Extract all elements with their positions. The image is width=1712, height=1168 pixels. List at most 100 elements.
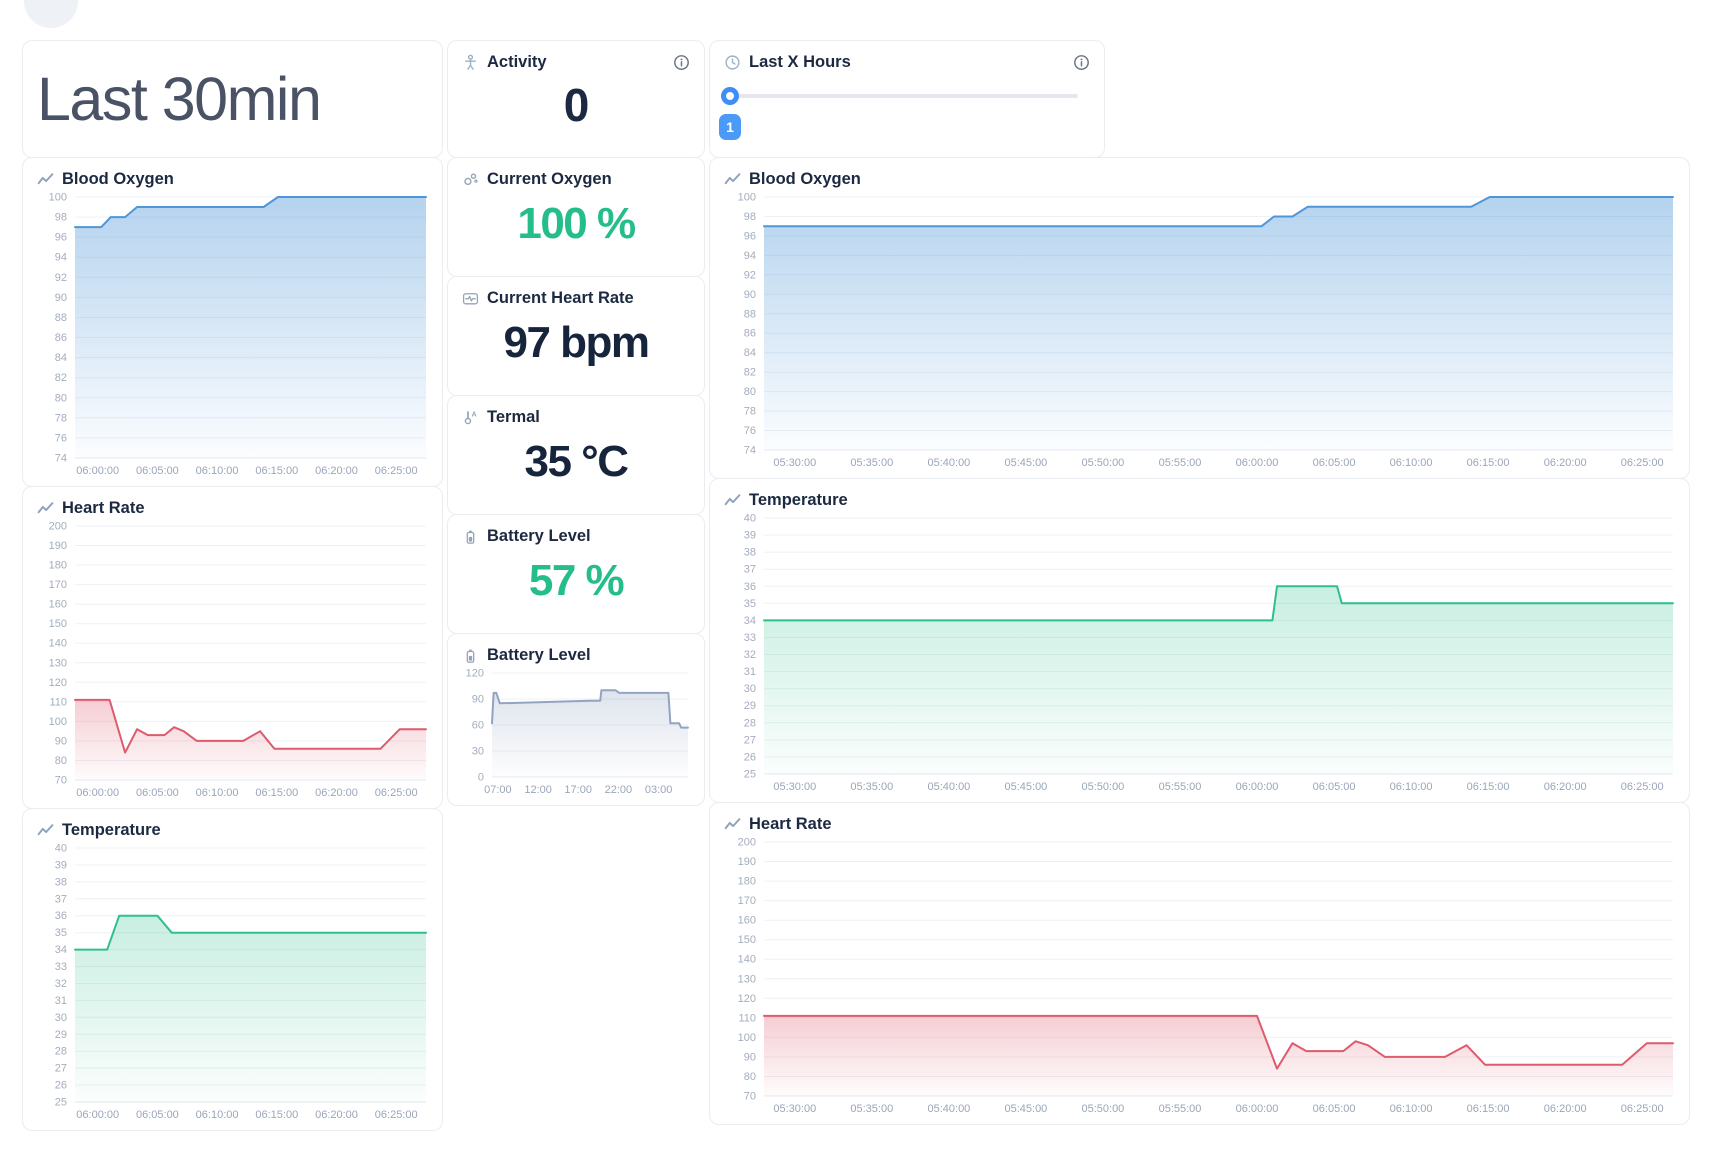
svg-text:88: 88 — [744, 308, 756, 320]
svg-text:06:25:00: 06:25:00 — [1621, 1103, 1664, 1115]
svg-text:80: 80 — [55, 755, 67, 767]
svg-text:36: 36 — [744, 581, 756, 593]
svg-text:60: 60 — [472, 720, 484, 732]
svg-text:06:00:00: 06:00:00 — [1236, 781, 1279, 793]
svg-text:100: 100 — [49, 716, 67, 728]
svg-text:80: 80 — [744, 386, 756, 398]
svg-text:160: 160 — [49, 599, 67, 611]
svg-text:94: 94 — [744, 250, 756, 262]
svg-text:82: 82 — [744, 367, 756, 379]
svg-text:06:20:00: 06:20:00 — [1544, 781, 1587, 793]
svg-text:06:15:00: 06:15:00 — [1467, 1103, 1510, 1115]
svg-text:110: 110 — [738, 1012, 756, 1024]
svg-text:34: 34 — [55, 944, 67, 956]
right-column: Last X Hours 1 Blood Oxygen 100989694929… — [709, 40, 1690, 1131]
svg-text:120: 120 — [49, 677, 67, 689]
panel-title: Blood Oxygen — [749, 170, 861, 189]
svg-text:06:10:00: 06:10:00 — [1390, 1103, 1433, 1115]
current-heart-rate-card: Current Heart Rate 97 bpm — [447, 276, 705, 396]
svg-text:05:35:00: 05:35:00 — [850, 781, 893, 793]
panel-header: Heart Rate — [718, 815, 1681, 834]
svg-text:90: 90 — [55, 735, 67, 747]
temperature-hour-chart: 4039383736353433323130292827262505:30:00… — [718, 510, 1681, 796]
blood-oxygen-30min-panel: Blood Oxygen 100989694929088868482807876… — [22, 157, 443, 487]
svg-text:06:00:00: 06:00:00 — [76, 465, 119, 477]
svg-text:100: 100 — [738, 192, 756, 204]
range-title: Last 30min — [37, 69, 320, 130]
svg-text:06:00:00: 06:00:00 — [1236, 457, 1279, 469]
hours-label: Last X Hours — [749, 53, 851, 72]
svg-text:06:25:00: 06:25:00 — [1621, 457, 1664, 469]
svg-text:170: 170 — [49, 579, 67, 591]
svg-text:05:45:00: 05:45:00 — [1004, 781, 1047, 793]
svg-text:05:45:00: 05:45:00 — [1004, 457, 1047, 469]
svg-text:06:10:00: 06:10:00 — [196, 465, 239, 477]
svg-text:06:10:00: 06:10:00 — [1390, 781, 1433, 793]
svg-text:76: 76 — [55, 432, 67, 444]
svg-text:29: 29 — [744, 700, 756, 712]
middle-column: Activity 0 Current Oxygen 100 % Current … — [447, 40, 705, 1131]
svg-text:06:10:00: 06:10:00 — [196, 1109, 239, 1121]
svg-text:80: 80 — [744, 1071, 756, 1083]
svg-text:06:00:00: 06:00:00 — [1236, 1103, 1279, 1115]
activity-value: 0 — [462, 64, 690, 145]
svg-text:70: 70 — [744, 1091, 756, 1103]
info-icon[interactable] — [1073, 54, 1090, 71]
svg-text:06:10:00: 06:10:00 — [1390, 457, 1433, 469]
panel-header: Heart Rate — [31, 499, 434, 518]
svg-text:90: 90 — [744, 289, 756, 301]
temperature-30min-panel: Temperature 4039383736353433323130292827… — [22, 808, 443, 1131]
svg-text:200: 200 — [738, 837, 756, 849]
termal-value: 35 °C — [462, 421, 690, 502]
svg-text:25: 25 — [744, 769, 756, 781]
svg-text:92: 92 — [744, 269, 756, 281]
hours-header: Last X Hours — [724, 53, 1090, 72]
temperature-30min-chart: 4039383736353433323130292827262506:00:00… — [31, 840, 434, 1124]
svg-text:120: 120 — [738, 993, 756, 1005]
svg-text:120: 120 — [466, 668, 484, 680]
svg-text:03:00: 03:00 — [645, 784, 673, 796]
svg-text:36: 36 — [55, 910, 67, 922]
svg-text:40: 40 — [55, 843, 67, 855]
svg-text:06:20:00: 06:20:00 — [1544, 1103, 1587, 1115]
hours-slider[interactable]: 1 — [728, 86, 1086, 148]
svg-text:74: 74 — [55, 453, 67, 465]
panel-header: Blood Oxygen — [718, 170, 1681, 189]
svg-text:06:05:00: 06:05:00 — [1313, 1103, 1356, 1115]
svg-text:06:25:00: 06:25:00 — [375, 1109, 418, 1121]
svg-text:05:30:00: 05:30:00 — [773, 457, 816, 469]
svg-text:06:15:00: 06:15:00 — [1467, 781, 1510, 793]
panel-header: Temperature — [718, 491, 1681, 510]
svg-text:06:15:00: 06:15:00 — [1467, 457, 1510, 469]
svg-text:07:00: 07:00 — [484, 784, 512, 796]
svg-text:06:10:00: 06:10:00 — [196, 787, 239, 799]
slider-handle[interactable] — [721, 87, 739, 105]
heart-rate-30min-panel: Heart Rate 20019018017016015014013012011… — [22, 486, 443, 809]
svg-text:30: 30 — [55, 1012, 67, 1024]
svg-text:76: 76 — [744, 425, 756, 437]
svg-text:32: 32 — [744, 649, 756, 661]
time-range-card: Last 30min — [22, 40, 443, 158]
panel-header: Battery Level — [456, 646, 696, 665]
svg-text:06:05:00: 06:05:00 — [1313, 457, 1356, 469]
slider-track[interactable] — [730, 94, 1078, 98]
svg-text:200: 200 — [49, 521, 67, 533]
svg-text:26: 26 — [55, 1080, 67, 1092]
battery-level-card: Battery Level 57 % — [447, 514, 705, 634]
svg-text:A: A — [472, 412, 477, 419]
svg-text:35: 35 — [55, 927, 67, 939]
svg-text:98: 98 — [55, 212, 67, 224]
svg-text:12:00: 12:00 — [524, 784, 552, 796]
heart-rate-30min-chart: 2001901801701601501401301201101009080700… — [31, 518, 434, 802]
svg-text:06:05:00: 06:05:00 — [136, 787, 179, 799]
svg-text:39: 39 — [55, 859, 67, 871]
svg-text:06:05:00: 06:05:00 — [1313, 781, 1356, 793]
svg-text:05:55:00: 05:55:00 — [1159, 457, 1202, 469]
current-oxygen-value: 100 % — [462, 183, 690, 264]
panel-title: Temperature — [62, 821, 161, 840]
left-column: Last 30min Blood Oxygen 1009896949290888… — [22, 40, 443, 1131]
trend-line-icon — [724, 492, 741, 509]
svg-text:27: 27 — [55, 1063, 67, 1075]
svg-text:70: 70 — [55, 775, 67, 787]
svg-text:180: 180 — [49, 560, 67, 572]
